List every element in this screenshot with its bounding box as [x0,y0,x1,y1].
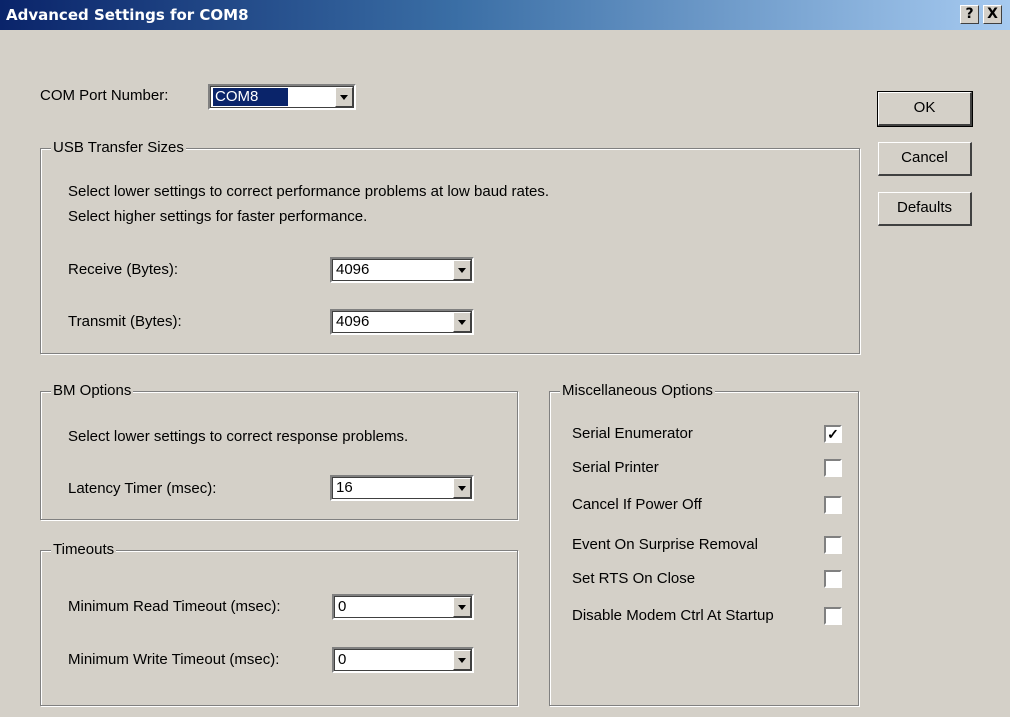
com-port-select[interactable]: COM8 [208,84,356,110]
serial-printer-checkbox[interactable] [823,458,843,478]
misc-item-label: Serial Enumerator [572,425,693,442]
misc-item-label: Event On Surprise Removal [572,536,758,553]
com-port-value: COM8 [211,87,290,107]
transmit-select[interactable]: 4096 [330,309,474,335]
chevron-down-icon[interactable] [453,478,471,498]
write-timeout-select[interactable]: 0 [332,647,474,673]
latency-value: 16 [336,479,353,496]
help-button[interactable]: ? [960,5,979,24]
read-timeout-select[interactable]: 0 [332,594,474,620]
timeouts-title: Timeouts [51,541,117,559]
chevron-down-icon[interactable] [453,260,471,280]
chevron-down-icon[interactable] [453,312,471,332]
chevron-down-icon[interactable] [453,597,471,617]
transmit-value: 4096 [336,313,370,330]
ok-button[interactable]: OK [877,91,973,127]
window-title: Advanced Settings for COM8 [6,6,249,24]
receive-label: Receive (Bytes): [68,261,179,278]
receive-value: 4096 [336,261,370,278]
transmit-label: Transmit (Bytes): [68,313,182,330]
misc-item-label: Serial Printer [572,459,659,476]
serial-enumerator-checkbox[interactable]: ✓ [823,424,843,444]
bm-options-title: BM Options [51,382,134,400]
bm-desc: Select lower settings to correct respons… [68,428,409,445]
latency-label: Latency Timer (msec): [68,480,217,497]
set-rts-on-close-checkbox[interactable] [823,569,843,589]
read-timeout-label: Minimum Read Timeout (msec): [68,598,281,615]
receive-select[interactable]: 4096 [330,257,474,283]
close-button[interactable]: X [983,5,1002,24]
event-on-surprise-removal-checkbox[interactable] [823,535,843,555]
write-timeout-value: 0 [338,651,347,668]
chevron-down-icon[interactable] [453,650,471,670]
defaults-button[interactable]: Defaults [878,192,972,226]
disable-modem-ctrl-checkbox[interactable] [823,606,843,626]
timeouts-group: Timeouts [40,541,518,706]
cancel-if-power-off-checkbox[interactable] [823,495,843,515]
cancel-button[interactable]: Cancel [878,142,972,176]
latency-select[interactable]: 16 [330,475,474,501]
chevron-down-icon[interactable] [335,87,353,107]
usb-desc-line1: Select lower settings to correct perform… [68,183,550,200]
usb-desc-line2: Select higher settings for faster perfor… [68,208,368,225]
write-timeout-label: Minimum Write Timeout (msec): [68,651,280,668]
com-port-label: COM Port Number: [40,87,169,104]
read-timeout-value: 0 [338,598,347,615]
misc-item-label: Set RTS On Close [572,570,696,587]
usb-transfer-title: USB Transfer Sizes [51,139,186,157]
misc-item-label: Cancel If Power Off [572,496,702,513]
misc-options-title: Miscellaneous Options [560,382,715,400]
title-bar: Advanced Settings for COM8 ? X [0,0,1010,30]
misc-item-label: Disable Modem Ctrl At Startup [572,607,774,624]
